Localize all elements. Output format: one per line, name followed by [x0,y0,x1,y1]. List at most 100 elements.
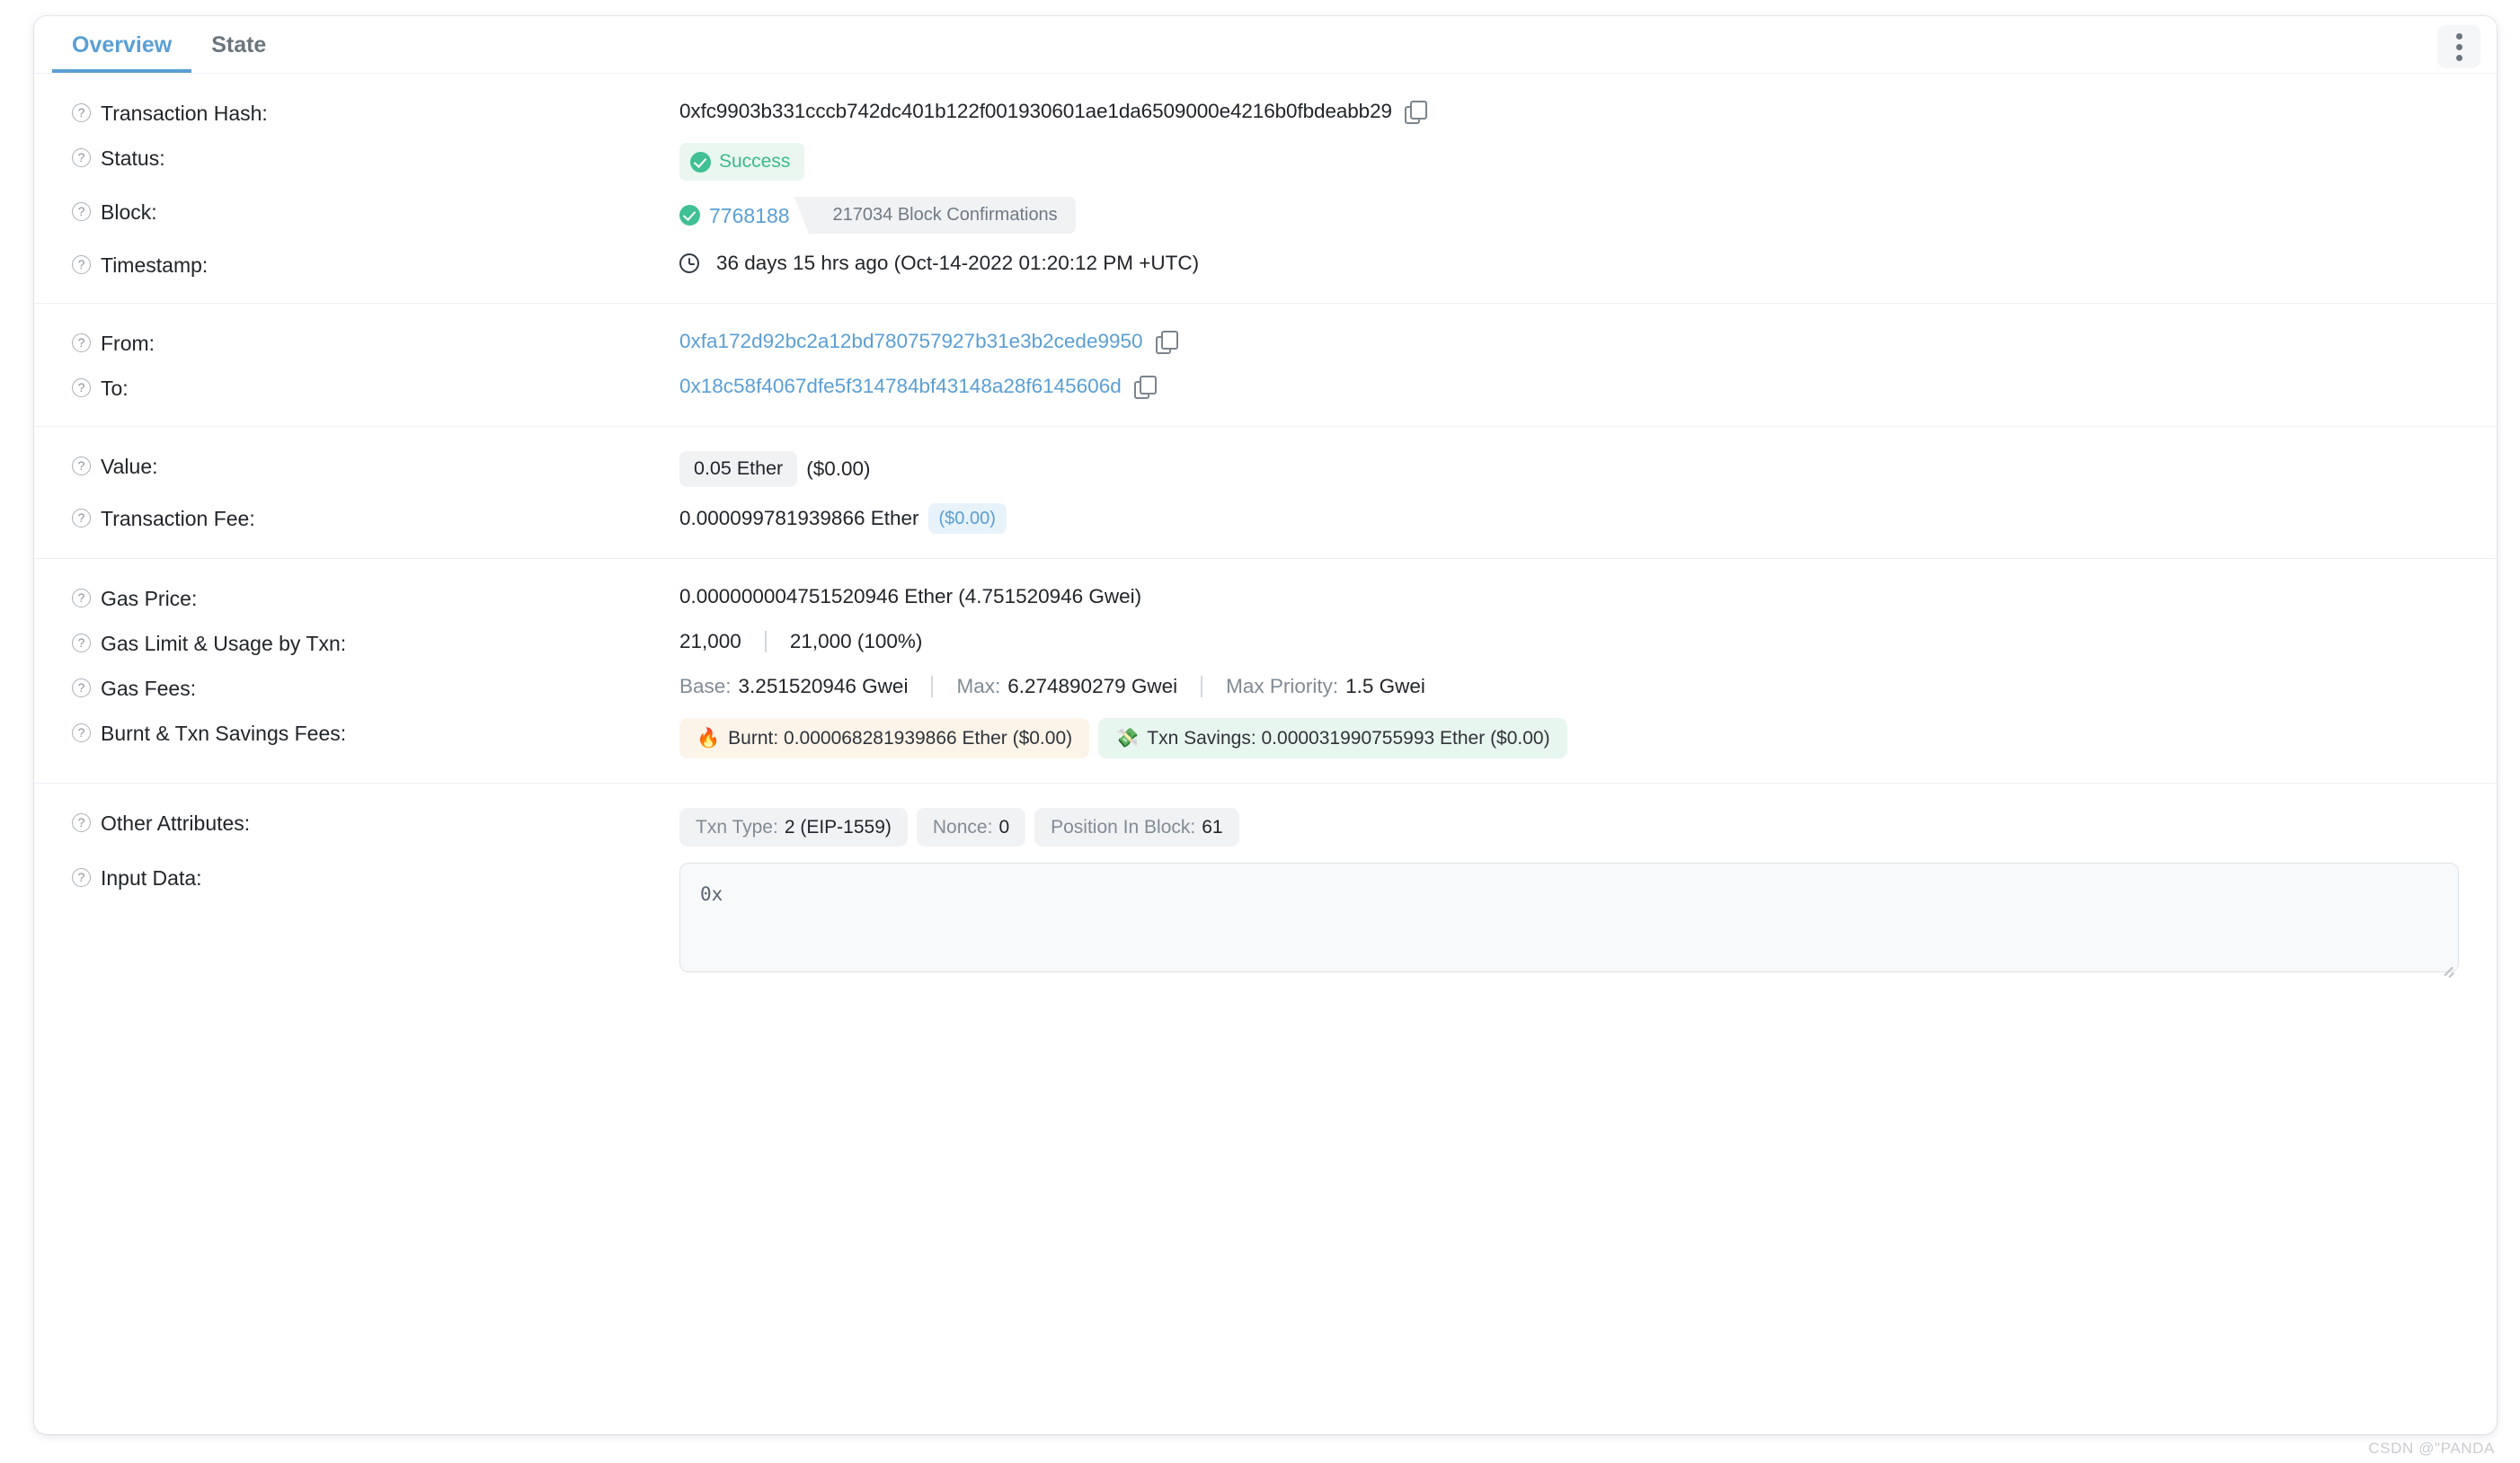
divider [1201,675,1203,697]
label-text: Gas Limit & Usage by Txn: [101,631,347,655]
row-burnt-savings: ? Burnt & Txn Savings Fees: 🔥 Burnt: 0.0… [52,710,2479,767]
gas-fee-priority-value: 1.5 Gwei [1345,674,1425,697]
row-to: ? To: 0x18c58f4067dfe5f314784bf43148a28f… [52,365,2479,410]
block-number-link[interactable]: 7768188 [709,202,790,229]
attribute-key: Txn Type: [696,816,778,838]
group-addresses: ? From: 0xfa172d92bc2a12bd780757927b31e3… [34,303,2497,426]
copy-icon[interactable] [1133,376,1157,399]
block-wrap: 7768188 217034 Block Confirmations [679,197,1076,236]
gas-limit-text: 21,000 [679,629,741,652]
txn-savings-badge: 💸 Txn Savings: 0.000031990755993 Ether (… [1098,717,1567,758]
details-body: ? Transaction Hash: 0xfc9903b331cccb742d… [34,74,2497,998]
label-block: ? Block: [72,197,679,225]
label-gas-price: ? Gas Price: [72,583,679,611]
label-text: Transaction Fee: [101,506,255,530]
label-text: Input Data: [101,866,202,891]
help-icon[interactable]: ? [72,508,91,528]
label-text: Transaction Hash: [101,102,268,125]
attribute-txn-type[interactable]: Txn Type: 2 (EIP-1559) [679,807,908,847]
help-icon[interactable]: ? [72,723,91,742]
gas-fee-max-key: Max: [956,674,1001,697]
help-icon[interactable]: ? [72,457,91,475]
help-icon[interactable]: ? [72,633,91,652]
help-icon[interactable]: ? [72,678,91,697]
value-ether-pill: 0.05 Ether [679,451,798,487]
block-confirmations-badge: 217034 Block Confirmations [794,197,1076,236]
attribute-position-in-block[interactable]: Position In Block: 61 [1034,807,1239,847]
txn-savings-text: Txn Savings: 0.000031990755993 Ether ($0… [1147,727,1550,749]
input-data-textarea[interactable] [679,863,2459,973]
help-icon[interactable]: ? [72,148,91,167]
fire-icon: 🔥 [697,727,721,749]
row-other-attributes: ? Other Attributes: Txn Type: 2 (EIP-155… [52,800,2479,855]
group-gas: ? Gas Price: 0.000000004751520946 Ether … [34,557,2497,783]
from-address-link[interactable]: 0xfa172d92bc2a12bd780757927b31e3b2cede99… [679,328,1143,355]
label-to: ? To: [72,373,679,401]
value-gas-price: 0.000000004751520946 Ether (4.751520946 … [679,583,2446,610]
help-icon[interactable]: ? [72,333,91,352]
group-transaction-basics: ? Transaction Hash: 0xfc9903b331cccb742d… [34,74,2497,303]
gas-fee-max-value: 6.274890279 Gwei [1007,674,1178,697]
help-icon[interactable]: ? [72,868,91,888]
label-text: From: [101,332,155,355]
status-badge: Success [679,143,805,181]
kebab-dot [2455,43,2462,50]
tab-bar: Overview State [34,16,2497,74]
transaction-fee-amount: 0.000099781939866 Ether [679,506,919,529]
label-text: Burnt & Txn Savings Fees: [101,721,347,745]
divider [931,675,934,697]
help-icon[interactable]: ? [72,588,91,607]
burnt-fee-badge: 🔥 Burnt: 0.000068281939866 Ether ($0.00) [679,717,1090,758]
row-block: ? Block: 7768188 217034 Block Confirmati… [52,189,2479,242]
gas-usage-text: 21,000 (100%) [789,629,923,652]
value-to: 0x18c58f4067dfe5f314784bf43148a28f614560… [679,373,2446,400]
to-address-link[interactable]: 0x18c58f4067dfe5f314784bf43148a28f614560… [679,373,1122,400]
help-icon[interactable]: ? [72,255,91,274]
value-gas-fees: Base: 3.251520946 Gwei Max: 6.274890279 … [679,673,2446,700]
tab-overview[interactable]: Overview [52,34,192,73]
row-transaction-hash: ? Transaction Hash: 0xfc9903b331cccb742d… [52,90,2479,135]
value-status: Success [679,143,2446,181]
label-transaction-fee: ? Transaction Fee: [72,503,679,531]
kebab-menu-icon[interactable] [2437,25,2480,68]
kebab-dot [2455,54,2462,61]
row-from: ? From: 0xfa172d92bc2a12bd780757927b31e3… [52,320,2479,365]
timestamp-text: 36 days 15 hrs ago (Oct-14-2022 01:20:12… [716,252,1200,274]
divider [764,630,767,652]
value-transaction-fee: 0.000099781939866 Ether ($0.00) [679,502,2446,534]
label-value: ? Value: [72,451,679,479]
attribute-value: 2 (EIP-1559) [784,816,892,838]
tab-state[interactable]: State [191,34,286,73]
label-text: Gas Price: [101,586,198,610]
row-gas-limit-usage: ? Gas Limit & Usage by Txn: 21,000 21,00… [52,620,2479,665]
label-text: Status: [101,146,165,170]
label-transaction-hash: ? Transaction Hash: [72,98,679,126]
attribute-nonce[interactable]: Nonce: 0 [916,807,1026,847]
transaction-fee-usd-badge: ($0.00) [927,502,1007,534]
check-circle-icon [679,205,700,226]
copy-icon[interactable] [1155,331,1178,354]
help-icon[interactable]: ? [72,202,91,221]
value-other-attributes: Txn Type: 2 (EIP-1559) Nonce: 0 Position… [679,807,2446,847]
label-text: Other Attributes: [101,811,251,835]
money-wings-icon: 💸 [1115,727,1140,749]
value-transaction-hash: 0xfc9903b331cccb742dc401b122f001930601ae… [679,98,2446,125]
row-gas-price: ? Gas Price: 0.000000004751520946 Ether … [52,575,2479,620]
label-text: Gas Fees: [101,676,197,700]
attribute-key: Nonce: [932,816,993,838]
value-amount: 0.05 Ether ($0.00) [679,451,2446,487]
copy-icon[interactable] [1404,101,1427,124]
row-gas-fees: ? Gas Fees: Base: 3.251520946 Gwei Max: [52,665,2479,710]
help-icon[interactable]: ? [72,103,91,122]
help-icon[interactable]: ? [72,378,91,397]
gas-price-text: 0.000000004751520946 Ether (4.751520946 … [679,584,1142,607]
status-text: Success [719,151,791,172]
label-gas-fees: ? Gas Fees: [72,673,679,701]
check-circle-icon [690,151,711,173]
label-text: Timestamp: [101,253,209,277]
transaction-hash-text: 0xfc9903b331cccb742dc401b122f001930601ae… [679,100,1392,122]
help-icon[interactable]: ? [72,812,91,832]
attribute-value: 0 [998,816,1010,838]
attribute-value: 61 [1202,816,1223,838]
value-usd: ($0.00) [806,457,871,480]
